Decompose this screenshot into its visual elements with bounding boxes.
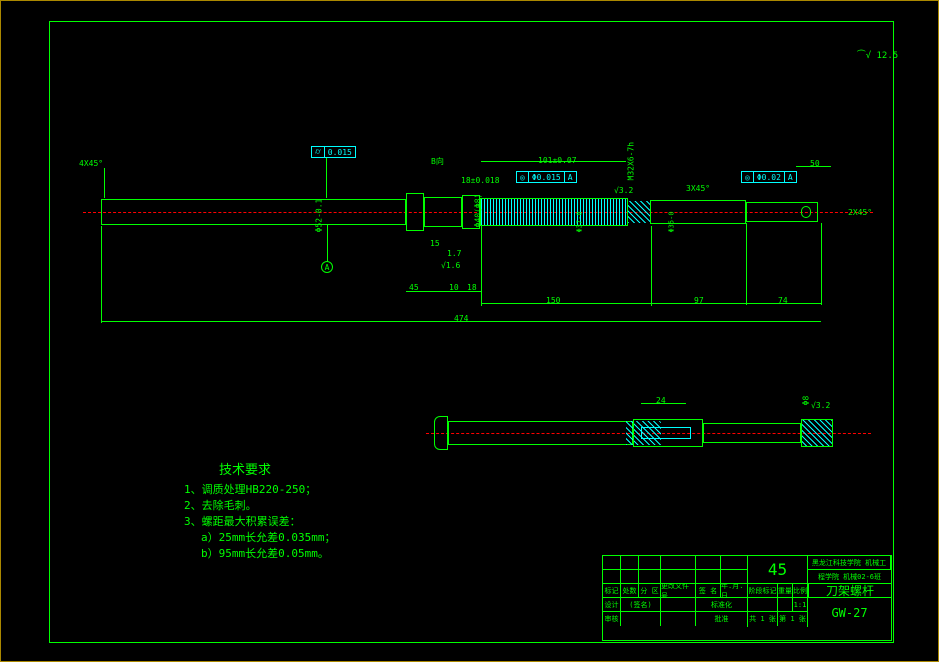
tech-req-3b: b）95mm长允差0.05mm。: [201, 545, 329, 561]
dim-phi40: Φ40(Φ8): [473, 194, 482, 228]
aux-dim-phi8: Φ8: [801, 396, 810, 406]
tb-date: [661, 598, 696, 611]
dimline-474: [101, 321, 821, 322]
aux-dimline-24: [641, 403, 686, 404]
surf-3.2-a: √3.2: [614, 186, 633, 195]
tb-scaleval: 1:1: [793, 598, 807, 611]
tb-h4: 更改文件号: [661, 584, 696, 597]
tb-partname: 刀架螺杆: [808, 584, 891, 597]
tb-h2: 处数: [621, 584, 639, 597]
ext-74r: [821, 223, 822, 305]
tb-std: 标准化: [696, 598, 747, 611]
ext-97r: [746, 223, 747, 305]
title-block: 45 黑龙江科技学院 机械工 程学院 机械02-6班 标记 处数 分 区 更改文…: [602, 555, 892, 641]
aux-body1: [448, 421, 633, 445]
dimline-74: [746, 303, 821, 304]
datum-a: A: [321, 261, 333, 273]
tb-h6: 年.月.日: [721, 584, 748, 597]
dim-Bview: B向: [431, 156, 444, 167]
shaft-seg-flange: [406, 193, 424, 231]
shaft-seg-2: [424, 197, 462, 227]
shaft-thread: [480, 198, 628, 226]
fcf-tol: Φ0.02: [754, 172, 785, 182]
dim-chamfer-right: 2X45°: [848, 208, 872, 217]
tech-req-3: 3、螺距最大积累误差：: [184, 513, 301, 529]
tb-weight: 重量: [778, 584, 793, 597]
aux-keyway: [641, 427, 691, 439]
tb-material: 45: [748, 556, 808, 583]
tech-req-2: 2、去除毛刺。: [184, 497, 257, 513]
tech-req-1: 1、调质处理HB220-250；: [184, 481, 316, 497]
datum-stem: [327, 224, 328, 262]
tb-h3: 分 区: [639, 584, 661, 597]
shaft-seg-1: [101, 199, 406, 225]
ext-474l: [101, 226, 102, 323]
aux-surf: √3.2: [811, 401, 830, 410]
fcf-sym: ◎: [517, 172, 529, 182]
leader-fcf1: [326, 158, 327, 198]
dim-15: 15: [430, 239, 440, 248]
surface-finish-global: ⏜√ 12.5: [857, 51, 898, 61]
dim-phi35: Φ35-0: [668, 211, 676, 232]
drawing-frame: [49, 21, 894, 643]
ext-150r: [651, 226, 652, 306]
aux-head: [434, 416, 448, 450]
fcf-sym: ⌭: [312, 147, 325, 157]
tb-scale: 比例: [793, 584, 808, 597]
tb-stage: 阶段标记: [748, 584, 778, 597]
shaft-seg-4: [650, 200, 746, 224]
dimline-101: [481, 161, 626, 162]
tb-school: 黑龙江科技学院 机械工: [808, 556, 891, 570]
tech-req-3a: a）25mm长允差0.035mm；: [201, 529, 335, 545]
fcf-tol: Φ0.015: [529, 172, 565, 182]
dim-chamfer-left: 4X45°: [79, 159, 103, 168]
tb-h5: 签 名: [696, 584, 721, 597]
dim-thread: M32X6-7h: [627, 142, 636, 181]
ext-1: [104, 168, 105, 198]
hatch-1: [628, 201, 650, 223]
fcf-tol: 0.015: [325, 147, 355, 157]
dimline-150: [481, 303, 651, 304]
tech-req-title: 技术要求: [219, 459, 271, 478]
surf-1.6: √1.6: [441, 261, 460, 270]
tb-drawingno: GW-27: [808, 598, 891, 627]
fcf-runout-left: ⌭ 0.015: [311, 146, 356, 158]
fcf-sym: ◎: [742, 172, 754, 182]
fcf-conc-mid: ◎ Φ0.015 A: [516, 171, 577, 183]
dim-phi37: Φ37-0: [576, 211, 584, 232]
dimline-50: [796, 166, 831, 167]
tb-sheet: 共 1 张: [748, 612, 778, 626]
fcf-datum: A: [565, 172, 576, 182]
dim-3x45: 3X45°: [686, 184, 710, 193]
dim-18tol: 18±0.018: [461, 176, 500, 185]
tb-approve: 批准: [696, 612, 747, 626]
aux-end: [801, 419, 833, 447]
tb-h1: 标记: [603, 584, 621, 597]
tb-check: 审核: [603, 612, 621, 626]
dim-1.7: 1.7: [447, 249, 461, 258]
tb-design: 设计: [603, 598, 621, 611]
fcf-datum: A: [785, 172, 796, 182]
cad-canvas: ⏜√ 12.5 4X45° ⌭ 0.015 A Φ52-0.1 B向 18±0.…: [0, 0, 939, 662]
dimline-97: [651, 303, 746, 304]
fcf-conc-right: ◎ Φ0.02 A: [741, 171, 797, 183]
ext-150l: [481, 226, 482, 306]
aux-body2: [703, 423, 801, 443]
tb-designname: (签名): [621, 598, 661, 611]
tb-page: 第 1 张: [778, 612, 807, 626]
dimline-small: [406, 291, 481, 292]
end-hole: [801, 206, 811, 218]
dim-phi52: Φ52-0.1: [314, 199, 323, 233]
